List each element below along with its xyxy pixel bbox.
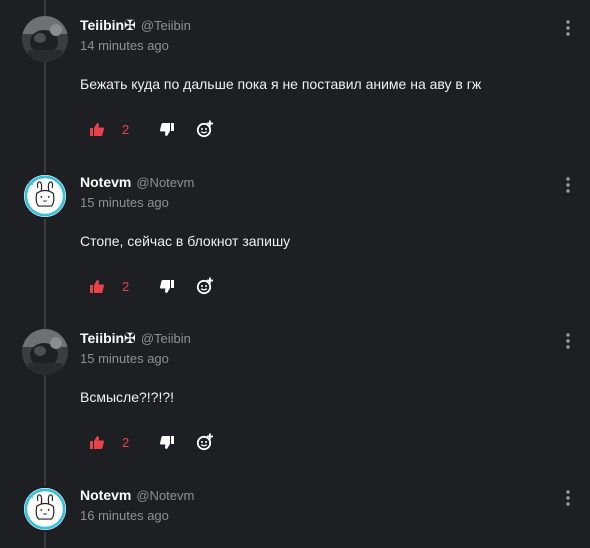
thumbs-up-icon [90,435,104,449]
add-reaction-button[interactable] [196,119,214,139]
comment-time[interactable]: 15 minutes ago [80,351,169,366]
comment-time[interactable]: 14 minutes ago [80,38,169,53]
add-reaction-icon [196,277,213,295]
author-handle[interactable]: @Teiibin [141,18,191,33]
comment-2: Notevm @Notevm 15 minutes ago Стопе, сейч… [0,157,590,307]
like-button[interactable] [90,119,104,139]
dislike-button[interactable] [160,276,174,296]
comment-author[interactable]: Teiibin✠ @Teiibin [80,329,191,348]
comment-text: Стопе, сейчас в блокнот запишу [80,233,291,249]
dislike-button[interactable] [160,119,174,139]
thumbs-down-icon [160,279,174,293]
thumbs-up-icon [90,279,104,293]
comment-actions: 2 [90,119,214,139]
author-name[interactable]: Teiibin✠ [80,17,136,33]
thumbs-up-icon [90,122,104,136]
thumbs-down-icon [160,122,174,136]
like-button[interactable] [90,432,104,452]
like-count: 2 [122,121,130,137]
author-name[interactable]: Notevm [80,174,131,190]
dislike-button[interactable] [160,432,174,452]
thumbs-down-icon [160,435,174,449]
comment-1: Teiibin✠ @Teiibin 14 minutes ago Бежать к… [0,0,590,150]
comment-4: Notevm @Notevm 16 minutes ago [0,470,590,548]
avatar[interactable] [22,16,68,62]
comment-actions: 2 [90,276,214,296]
add-reaction-button[interactable] [196,432,214,452]
author-handle[interactable]: @Notevm [136,488,194,503]
avatar[interactable] [22,486,68,532]
more-vertical-icon [566,20,570,36]
add-reaction-icon [196,120,213,138]
more-options-button[interactable] [562,331,574,351]
more-options-button[interactable] [562,488,574,508]
like-button[interactable] [90,276,104,296]
comment-author[interactable]: Notevm @Notevm [80,486,194,505]
author-name[interactable]: Teiibin✠ [80,330,136,346]
more-vertical-icon [566,490,570,506]
more-vertical-icon [566,177,570,193]
more-vertical-icon [566,333,570,349]
comment-actions: 2 [90,432,214,452]
like-count: 2 [122,434,130,450]
dark-photo-avatar-icon [22,16,68,62]
comment-author[interactable]: Notevm @Notevm [80,173,194,192]
comment-text: Бежать куда по дальше пока я не поставил… [80,76,482,92]
more-options-button[interactable] [562,18,574,38]
comment-author[interactable]: Teiibin✠ @Teiibin [80,16,191,35]
author-handle[interactable]: @Teiibin [141,331,191,346]
like-count: 2 [122,278,130,294]
add-reaction-button[interactable] [196,276,214,296]
author-handle[interactable]: @Notevm [136,175,194,190]
dark-photo-avatar-icon [22,329,68,375]
comment-time[interactable]: 15 minutes ago [80,195,169,210]
bunny-avatar-icon [24,175,66,217]
more-options-button[interactable] [562,175,574,195]
bunny-avatar-icon [24,488,66,530]
add-reaction-icon [196,433,213,451]
comment-text: Всмысле?!?!?! [80,389,175,405]
avatar[interactable] [22,173,68,219]
comment-3: Teiibin✠ @Teiibin 15 minutes ago Всмысле?… [0,313,590,463]
avatar[interactable] [22,329,68,375]
comment-time[interactable]: 16 minutes ago [80,508,169,523]
author-name[interactable]: Notevm [80,487,131,503]
